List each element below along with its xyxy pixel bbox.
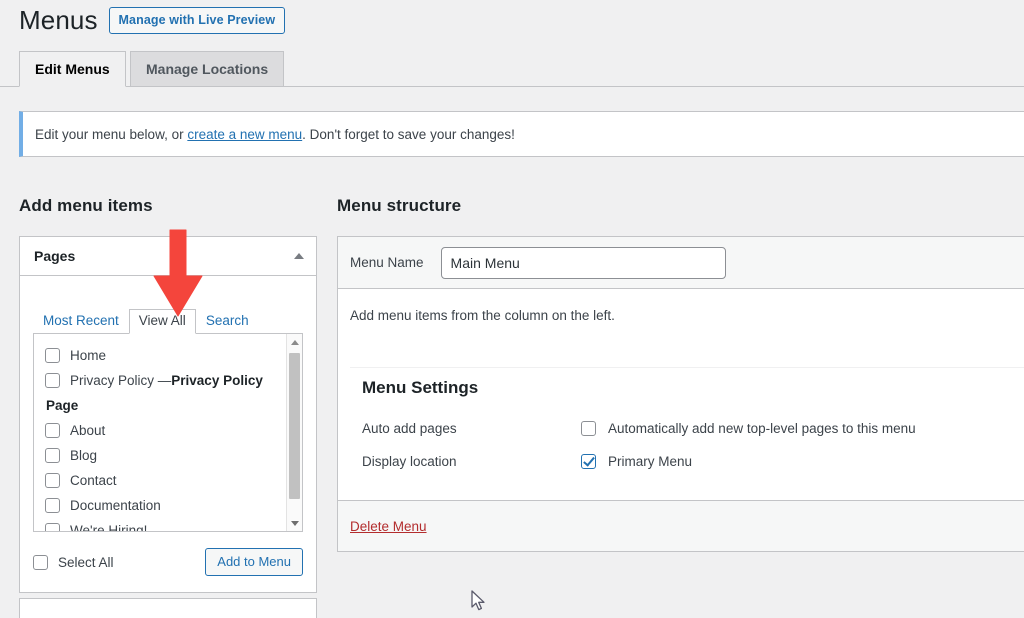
notice-text-before: Edit your menu below, or bbox=[35, 126, 188, 142]
nav-tab-bar: Edit Menus Manage Locations bbox=[0, 51, 1024, 87]
menu-box-footer: Delete Menu bbox=[338, 500, 1024, 551]
menu-settings-section: Menu Settings Auto add pages Automatical… bbox=[350, 367, 1024, 500]
pages-panel-body: Most Recent View All Search Home Privacy… bbox=[20, 304, 316, 592]
notice-text-after: . Don't forget to save your changes! bbox=[302, 126, 515, 142]
pages-item-list-container: Home Privacy Policy — Privacy Policy Pag… bbox=[33, 334, 303, 532]
list-item[interactable]: Privacy Policy — Privacy Policy bbox=[45, 368, 302, 393]
primary-menu-option-label: Primary Menu bbox=[608, 454, 693, 469]
menu-items-area: Add menu items from the column on the le… bbox=[338, 289, 1024, 500]
scrollbar-thumb[interactable] bbox=[289, 353, 300, 499]
pages-list-scrollbar[interactable] bbox=[286, 334, 302, 531]
heading-menu-structure: Menu structure bbox=[337, 196, 462, 215]
page-checkbox[interactable] bbox=[45, 423, 60, 438]
menu-structure-box: Menu Name Add menu items from the column… bbox=[337, 236, 1024, 552]
primary-menu-checkbox[interactable] bbox=[581, 454, 596, 469]
list-item-label: Home bbox=[70, 348, 107, 363]
page-checkbox[interactable] bbox=[45, 523, 60, 531]
caret-up-icon[interactable] bbox=[294, 253, 304, 259]
page-checkbox[interactable] bbox=[45, 473, 60, 488]
setting-label: Display location bbox=[362, 454, 457, 469]
auto-add-pages-option-label: Automatically add new top-level pages to… bbox=[608, 421, 916, 436]
list-item-label: Privacy Policy — bbox=[70, 373, 172, 388]
list-item-label-suffix: Privacy Policy bbox=[171, 373, 263, 388]
tab-manage-locations[interactable]: Manage Locations bbox=[130, 51, 285, 87]
admin-page: Menus Manage with Live Preview Edit Menu… bbox=[0, 0, 1024, 618]
setting-label: Auto add pages bbox=[362, 421, 457, 436]
create-a-new-menu-link[interactable]: create a new menu bbox=[187, 127, 302, 142]
list-item[interactable]: Blog bbox=[45, 443, 302, 468]
select-all-control[interactable]: Select All bbox=[33, 554, 114, 570]
page-checkbox[interactable] bbox=[45, 348, 60, 363]
scroll-down-arrow-icon[interactable] bbox=[287, 515, 302, 531]
list-item-label: About bbox=[70, 423, 106, 438]
list-item[interactable]: Home bbox=[45, 343, 302, 368]
next-accordion-panel-stub[interactable] bbox=[19, 598, 317, 618]
notice-text: Edit your menu below, or create a new me… bbox=[35, 127, 515, 142]
menu-name-row: Menu Name bbox=[338, 237, 1024, 289]
list-group-heading: Page bbox=[46, 398, 79, 413]
list-item-label: Documentation bbox=[70, 498, 161, 513]
menu-settings-title: Menu Settings bbox=[362, 378, 479, 397]
menu-name-label: Menu Name bbox=[350, 255, 424, 270]
page-title: Menus bbox=[19, 5, 98, 35]
pages-item-list: Home Privacy Policy — Privacy Policy Pag… bbox=[34, 334, 302, 532]
notice-banner: Edit your menu below, or create a new me… bbox=[19, 111, 1024, 157]
heading-add-menu-items: Add menu items bbox=[19, 196, 153, 215]
pages-panel-actions: Select All Add to Menu bbox=[20, 532, 316, 592]
menu-empty-message: Add menu items from the column on the le… bbox=[350, 308, 615, 323]
manage-with-live-preview-button[interactable]: Manage with Live Preview bbox=[108, 7, 286, 35]
select-all-label: Select All bbox=[58, 554, 114, 570]
mouse-pointer-icon bbox=[471, 590, 485, 611]
page-checkbox[interactable] bbox=[45, 448, 60, 463]
page-header: Menus Manage with Live Preview bbox=[19, 4, 286, 38]
pages-tab-most-recent[interactable]: Most Recent bbox=[33, 309, 129, 335]
auto-add-pages-checkbox[interactable] bbox=[581, 421, 596, 436]
list-item[interactable]: Documentation bbox=[45, 493, 302, 518]
list-item-label: Contact bbox=[70, 473, 117, 488]
auto-add-pages-control[interactable]: Automatically add new top-level pages to… bbox=[581, 421, 916, 436]
scroll-up-arrow-icon[interactable] bbox=[287, 334, 302, 350]
list-item[interactable]: About bbox=[45, 418, 302, 443]
setting-row-auto-add-pages: Auto add pages Automatically add new top… bbox=[362, 412, 1024, 445]
pages-tab-view-all[interactable]: View All bbox=[128, 308, 196, 334]
pages-tab-search[interactable]: Search bbox=[196, 309, 259, 335]
setting-row-display-location: Display location Primary Menu bbox=[362, 445, 1024, 478]
page-checkbox[interactable] bbox=[45, 373, 60, 388]
add-to-menu-button[interactable]: Add to Menu bbox=[205, 548, 303, 576]
pages-panel-header[interactable]: Pages bbox=[20, 237, 316, 276]
pages-inner-tab-bar: Most Recent View All Search bbox=[33, 304, 303, 334]
list-item[interactable]: Contact bbox=[45, 468, 302, 493]
menu-name-input[interactable] bbox=[440, 246, 726, 279]
select-all-checkbox[interactable] bbox=[33, 554, 48, 570]
pages-panel-title: Pages bbox=[34, 248, 76, 264]
list-item-label: We're Hiring! bbox=[70, 523, 148, 532]
list-item-label: Blog bbox=[70, 448, 98, 463]
tab-edit-menus[interactable]: Edit Menus bbox=[19, 51, 126, 87]
list-item[interactable]: We're Hiring! bbox=[45, 518, 302, 532]
delete-menu-link[interactable]: Delete Menu bbox=[350, 519, 427, 534]
pages-accordion-panel: Pages Most Recent View All Search Home P… bbox=[19, 236, 317, 593]
display-location-control[interactable]: Primary Menu bbox=[581, 454, 692, 469]
page-checkbox[interactable] bbox=[45, 498, 60, 513]
